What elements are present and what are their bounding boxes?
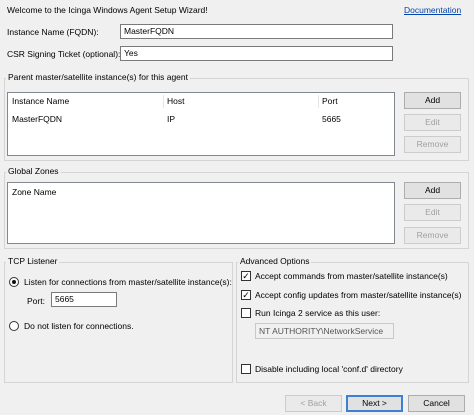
parent-instances-list[interactable]: Instance Name Host Port MasterFQDN IP 56… xyxy=(7,92,395,156)
global-zones-list[interactable]: Zone Name xyxy=(7,182,395,244)
back-button[interactable]: < Back xyxy=(285,395,342,412)
run-as-user-input[interactable]: NT AUTHORITY\NetworkService xyxy=(255,323,394,339)
cell-host: IP xyxy=(167,114,176,124)
accept-commands-checkbox[interactable]: ✓ xyxy=(241,271,251,281)
column-header-port[interactable]: Port xyxy=(322,96,338,106)
column-header-zone-name[interactable]: Zone Name xyxy=(12,187,56,197)
zones-remove-button[interactable]: Remove xyxy=(404,227,461,244)
advanced-options-title: Advanced Options xyxy=(238,256,312,266)
listen-radio[interactable] xyxy=(9,277,19,287)
accept-commands-label[interactable]: Accept commands from master/satellite in… xyxy=(255,271,448,281)
port-input[interactable]: 5665 xyxy=(51,292,117,307)
zones-add-button[interactable]: Add xyxy=(404,182,461,199)
parent-edit-button[interactable]: Edit xyxy=(404,114,461,131)
table-row[interactable]: MasterFQDN IP 5665 xyxy=(8,111,394,126)
run-as-label[interactable]: Run Icinga 2 service as this user: xyxy=(255,308,380,318)
csr-ticket-label: CSR Signing Ticket (optional): xyxy=(7,49,121,59)
parent-instances-title: Parent master/satellite instance(s) for … xyxy=(6,72,190,82)
csr-ticket-input[interactable]: Yes xyxy=(120,46,393,61)
no-listen-radio-label[interactable]: Do not listen for connections. xyxy=(24,321,134,331)
accept-config-checkbox[interactable]: ✓ xyxy=(241,290,251,300)
welcome-text: Welcome to the Icinga Windows Agent Setu… xyxy=(7,5,208,15)
check-icon: ✓ xyxy=(242,290,250,300)
parent-add-button[interactable]: Add xyxy=(404,92,461,109)
tcp-listener-title: TCP Listener xyxy=(6,256,60,266)
parent-remove-button[interactable]: Remove xyxy=(404,136,461,153)
disable-confd-checkbox[interactable] xyxy=(241,364,251,374)
accept-config-label[interactable]: Accept config updates from master/satell… xyxy=(255,290,461,300)
cancel-button[interactable]: Cancel xyxy=(408,395,465,412)
column-header-host[interactable]: Host xyxy=(167,96,184,106)
instance-name-label: Instance Name (FQDN): xyxy=(7,27,99,37)
check-icon: ✓ xyxy=(242,271,250,281)
instance-name-input[interactable]: MasterFQDN xyxy=(120,24,393,39)
no-listen-radio[interactable] xyxy=(9,321,19,331)
zones-edit-button[interactable]: Edit xyxy=(404,204,461,221)
cell-port: 5665 xyxy=(322,114,341,124)
run-as-checkbox[interactable] xyxy=(241,308,251,318)
documentation-link[interactable]: Documentation xyxy=(404,5,461,15)
column-separator xyxy=(163,95,164,108)
port-label: Port: xyxy=(27,296,45,306)
cell-instance-name: MasterFQDN xyxy=(12,114,63,124)
listen-radio-label[interactable]: Listen for connections from master/satel… xyxy=(24,277,232,287)
global-zones-title: Global Zones xyxy=(6,166,61,176)
column-header-instance-name[interactable]: Instance Name xyxy=(12,96,69,106)
next-button[interactable]: Next > xyxy=(346,395,403,412)
disable-confd-label[interactable]: Disable including local 'conf.d' directo… xyxy=(255,364,403,374)
column-separator xyxy=(318,95,319,108)
